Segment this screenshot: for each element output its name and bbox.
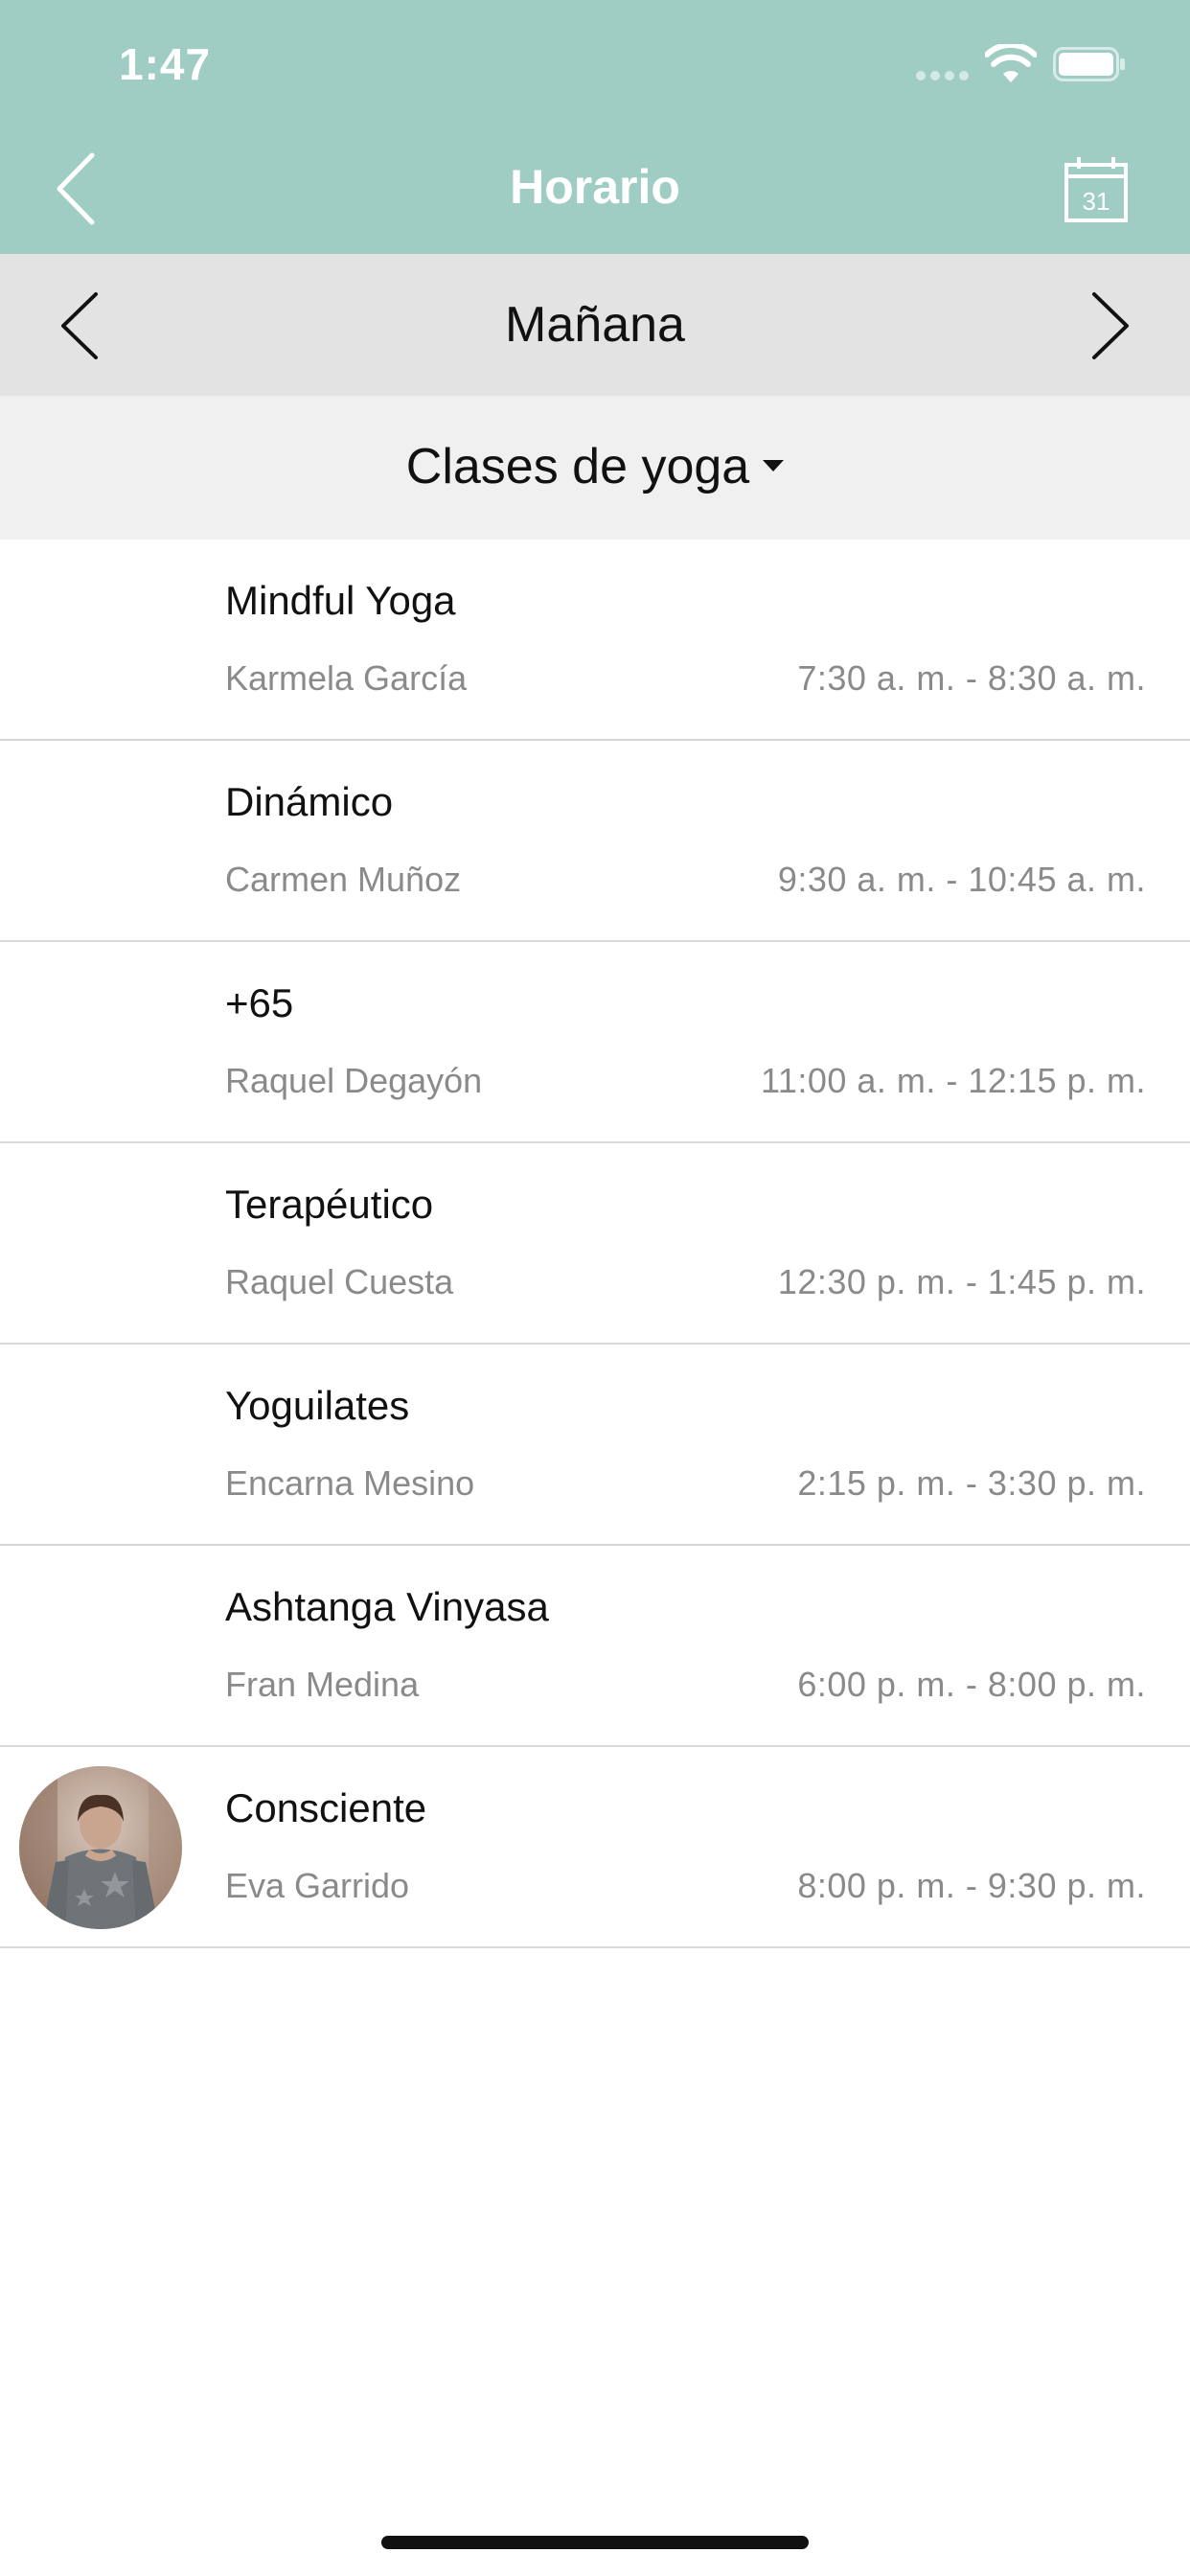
class-time: 12:30 p. m. - 1:45 p. m. — [777, 1262, 1146, 1301]
class-time: 11:00 a. m. - 12:15 p. m. — [760, 1061, 1146, 1100]
class-name: +65 — [225, 980, 294, 1025]
calendar-day-number: 31 — [1083, 187, 1110, 216]
teacher-photo — [19, 1766, 182, 1929]
header: 1:47 Horario 31 — [0, 0, 1190, 254]
class-teacher: Encarna Mesino — [225, 1463, 475, 1503]
class-time: 2:15 p. m. - 3:30 p. m. — [797, 1463, 1146, 1503]
class-row[interactable]: Mindful Yoga Karmela García 7:30 a. m. -… — [0, 540, 1190, 741]
class-row[interactable]: Consciente Eva Garrido 8:00 p. m. - 9:30… — [0, 1747, 1190, 1948]
class-list: Mindful Yoga Karmela García 7:30 a. m. -… — [0, 540, 1190, 1948]
class-name: Dinámico — [225, 779, 394, 824]
day-label: Mañana — [505, 297, 685, 353]
class-teacher: Raquel Degayón — [225, 1061, 483, 1100]
wifi-icon — [985, 44, 1037, 82]
day-selector: Mañana — [0, 254, 1190, 396]
class-row[interactable]: Terapéutico Raquel Cuesta 12:30 p. m. - … — [0, 1143, 1190, 1345]
class-name: Terapéutico — [225, 1182, 434, 1227]
teacher-avatar — [19, 1766, 182, 1929]
caret-down-icon — [763, 460, 785, 472]
calendar-icon[interactable]: 31 — [1064, 155, 1136, 224]
page-title: Horario — [510, 160, 680, 214]
class-row[interactable]: +65 Raquel Degayón 11:00 a. m. - 12:15 p… — [0, 942, 1190, 1143]
category-filter-control[interactable]: Clases de yoga — [0, 438, 1190, 495]
class-teacher: Raquel Cuesta — [225, 1262, 454, 1301]
schedule-screen: 1:47 Horario 31 Mañana Clases de yoga Mi… — [0, 0, 1190, 2576]
class-name: Ashtanga Vinyasa — [225, 1584, 549, 1629]
class-row[interactable]: Dinámico Carmen Muñoz 9:30 a. m. - 10:45… — [0, 741, 1190, 942]
class-time: 6:00 p. m. - 8:00 p. m. — [797, 1665, 1146, 1704]
class-time: 7:30 a. m. - 8:30 a. m. — [797, 658, 1146, 698]
class-teacher: Karmela García — [225, 658, 468, 698]
class-teacher: Eva Garrido — [225, 1866, 410, 1905]
class-time: 8:00 p. m. - 9:30 p. m. — [797, 1866, 1146, 1905]
class-row[interactable]: Yoguilates Encarna Mesino 2:15 p. m. - 3… — [0, 1345, 1190, 1546]
class-name: Yoguilates — [225, 1383, 410, 1428]
class-teacher: Fran Medina — [225, 1665, 420, 1704]
class-name: Mindful Yoga — [225, 578, 456, 623]
class-row[interactable]: Ashtanga Vinyasa Fran Medina 6:00 p. m. … — [0, 1546, 1190, 1747]
category-filter[interactable]: Clases de yoga — [0, 396, 1190, 540]
category-filter-label: Clases de yoga — [405, 439, 750, 494]
class-time: 9:30 a. m. - 10:45 a. m. — [777, 860, 1146, 899]
next-day-button[interactable] — [1079, 288, 1136, 363]
class-name: Consciente — [225, 1785, 427, 1830]
class-teacher: Carmen Muñoz — [225, 860, 462, 899]
cellular-signal-icon — [916, 71, 969, 80]
battery-icon — [1053, 47, 1125, 81]
status-time: 1:47 — [119, 39, 212, 89]
home-indicator — [381, 2536, 809, 2549]
